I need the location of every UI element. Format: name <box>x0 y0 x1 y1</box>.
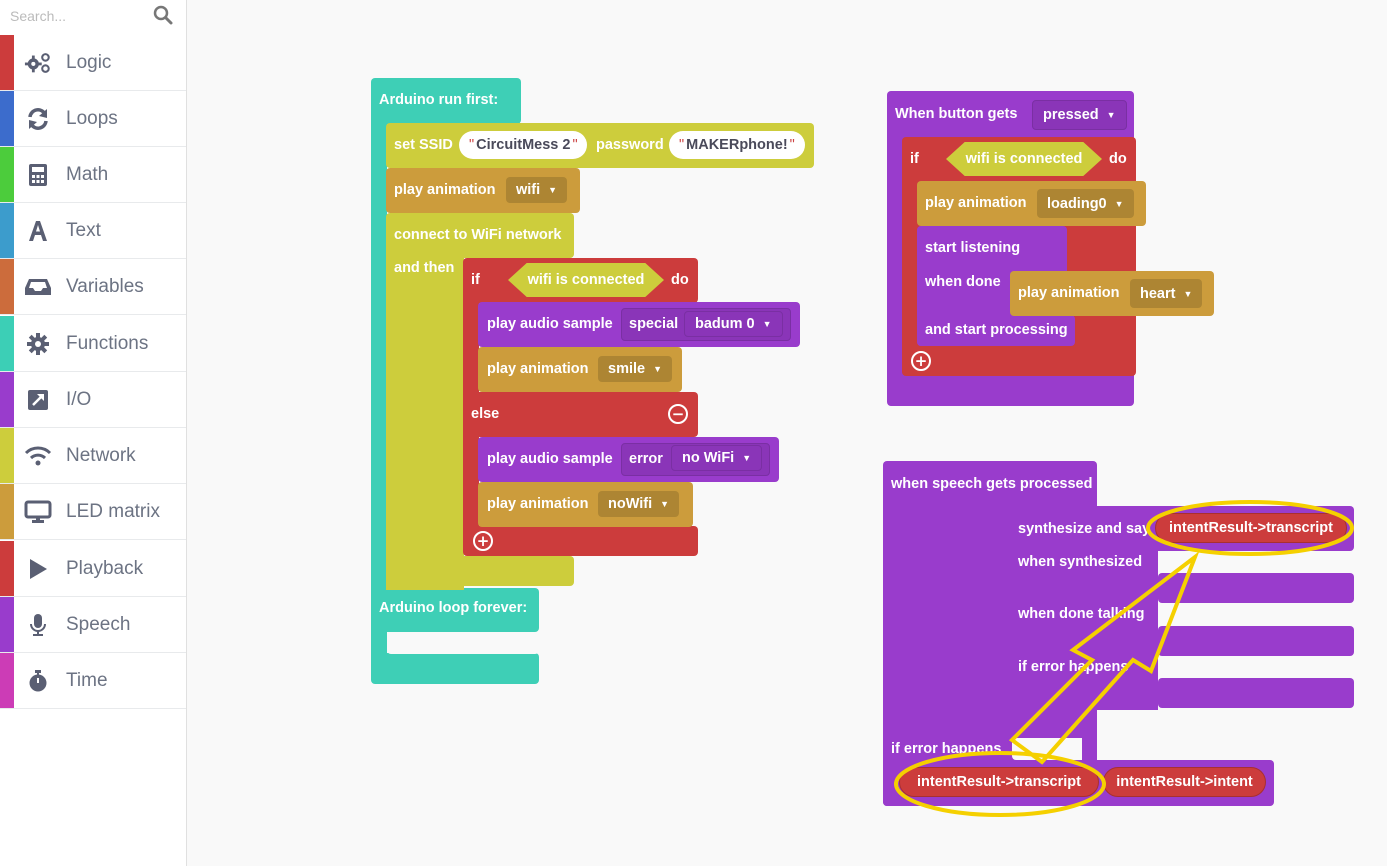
run-first-label: Arduino run first: <box>379 92 499 108</box>
if-label: if <box>471 272 480 288</box>
play-animation-label: play animation <box>487 361 589 377</box>
do-label: do <box>671 272 689 288</box>
var-intent-pill[interactable]: intentResult->intent <box>1103 767 1266 797</box>
dropdown-value: heart <box>1140 285 1176 302</box>
animation-dropdown-loading[interactable]: loading0 ▼ <box>1037 189 1134 218</box>
animation-dropdown-nowifi[interactable]: noWifi ▼ <box>598 491 680 517</box>
play-animation-label: play animation <box>394 182 496 198</box>
password-value-field[interactable]: " MAKERphone! " <box>669 131 805 159</box>
loop-footer <box>371 653 539 684</box>
ssid-value: CircuitMess 2 <box>476 137 571 153</box>
dropdown-value: noWifi <box>608 496 653 512</box>
do-label: do <box>1109 151 1127 167</box>
dropdown-arrow-icon: ▼ <box>742 453 752 463</box>
audio-category-error[interactable]: error <box>629 451 663 467</box>
connect-wifi-label: connect to WiFi network <box>394 227 562 243</box>
dropdown-value: wifi <box>516 182 541 198</box>
plus-circle-icon[interactable]: + <box>911 351 931 371</box>
if-error-inner-label: if error happens <box>1018 659 1129 675</box>
synthesize-say-label: synthesize and say <box>1018 521 1151 537</box>
audio-dropdown-badum[interactable]: badum 0 ▼ <box>684 311 783 337</box>
blockly-workspace[interactable]: Arduino run first: Arduino loop forever:… <box>0 0 1387 866</box>
set-ssid-label: set SSID <box>394 137 453 153</box>
dropdown-value: loading0 <box>1047 195 1107 212</box>
error-outer-slot[interactable] <box>1012 738 1082 760</box>
start-listening-label: start listening <box>925 240 1021 256</box>
dropdown-arrow-icon: ▼ <box>660 499 670 509</box>
dropdown-arrow-icon: ▼ <box>1183 288 1193 299</box>
and-then-label: and then <box>394 260 455 276</box>
play-animation-label: play animation <box>925 195 1027 211</box>
connect-wifi-rail <box>386 250 464 590</box>
synth-bar-3 <box>1158 678 1354 708</box>
wifi-connected-condition[interactable]: wifi is connected <box>946 142 1102 176</box>
minus-circle-icon[interactable]: − <box>668 404 688 424</box>
start-processing-label: and start processing <box>925 322 1068 338</box>
dropdown-value: pressed <box>1043 107 1099 123</box>
if-else-footer <box>463 526 698 556</box>
condition-label: wifi is connected <box>527 272 645 288</box>
when-button-label: When button gets <box>895 106 1018 122</box>
var-label: intentResult->intent <box>1116 774 1253 790</box>
synth-bar-2 <box>1158 626 1354 656</box>
if-error-outer-label: if error happens <box>891 741 1002 757</box>
var-label: intentResult->transcript <box>1169 520 1333 536</box>
play-animation-label: play animation <box>487 496 589 512</box>
play-animation-label: play animation <box>1018 285 1120 301</box>
transcript-input-pill[interactable]: intentResult->transcript <box>1155 513 1347 543</box>
if-label: if <box>910 151 919 167</box>
audio-category-special[interactable]: special <box>629 316 678 332</box>
dropdown-arrow-icon: ▼ <box>1106 110 1116 120</box>
dropdown-arrow-icon: ▼ <box>548 185 558 195</box>
when-processed-label: when speech gets processed <box>891 476 1093 492</box>
play-audio-label: play audio sample <box>487 316 613 332</box>
dropdown-value: smile <box>608 361 646 377</box>
when-synthesized-slot[interactable] <box>1158 551 1354 573</box>
audio-dropdown-nowifi[interactable]: no WiFi ▼ <box>671 445 763 471</box>
var-transcript-pill[interactable]: intentResult->transcript <box>899 767 1099 797</box>
dropdown-arrow-icon: ▼ <box>653 364 663 374</box>
synth-bar-1 <box>1158 573 1354 603</box>
wifi-connected-condition[interactable]: wifi is connected <box>508 263 664 297</box>
dropdown-arrow-icon: ▼ <box>762 319 772 329</box>
var-label: intentResult->transcript <box>917 774 1081 790</box>
else-label: else <box>471 406 500 422</box>
plus-circle-icon[interactable]: + <box>473 531 493 551</box>
play-audio-label: play audio sample <box>487 451 613 467</box>
animation-dropdown-heart[interactable]: heart ▼ <box>1130 279 1203 308</box>
animation-dropdown-smile[interactable]: smile ▼ <box>598 356 673 382</box>
dropdown-value: badum 0 <box>695 316 755 332</box>
when-done-talking-slot[interactable] <box>1158 603 1354 626</box>
when-synthesized-label: when synthesized <box>1018 554 1143 570</box>
dropdown-arrow-icon: ▼ <box>1114 198 1124 209</box>
dropdown-value: no WiFi <box>682 450 735 466</box>
when-done-label: when done <box>925 274 1001 290</box>
when-done-talking-label: when done talking <box>1018 606 1145 622</box>
password-value: MAKERphone! <box>686 137 788 153</box>
loop-forever-label: Arduino loop forever: <box>379 600 528 616</box>
ssid-value-field[interactable]: " CircuitMess 2 " <box>459 131 587 159</box>
password-label: password <box>596 137 664 153</box>
condition-label: wifi is connected <box>965 151 1083 167</box>
if-error-inner-slot[interactable] <box>1158 656 1354 678</box>
button-event-dropdown[interactable]: pressed ▼ <box>1032 100 1127 130</box>
connect-wifi-footer <box>386 556 574 586</box>
loop-empty-slot[interactable] <box>387 632 539 654</box>
setup-left-rail <box>371 118 387 598</box>
animation-dropdown-wifi[interactable]: wifi ▼ <box>506 177 568 203</box>
